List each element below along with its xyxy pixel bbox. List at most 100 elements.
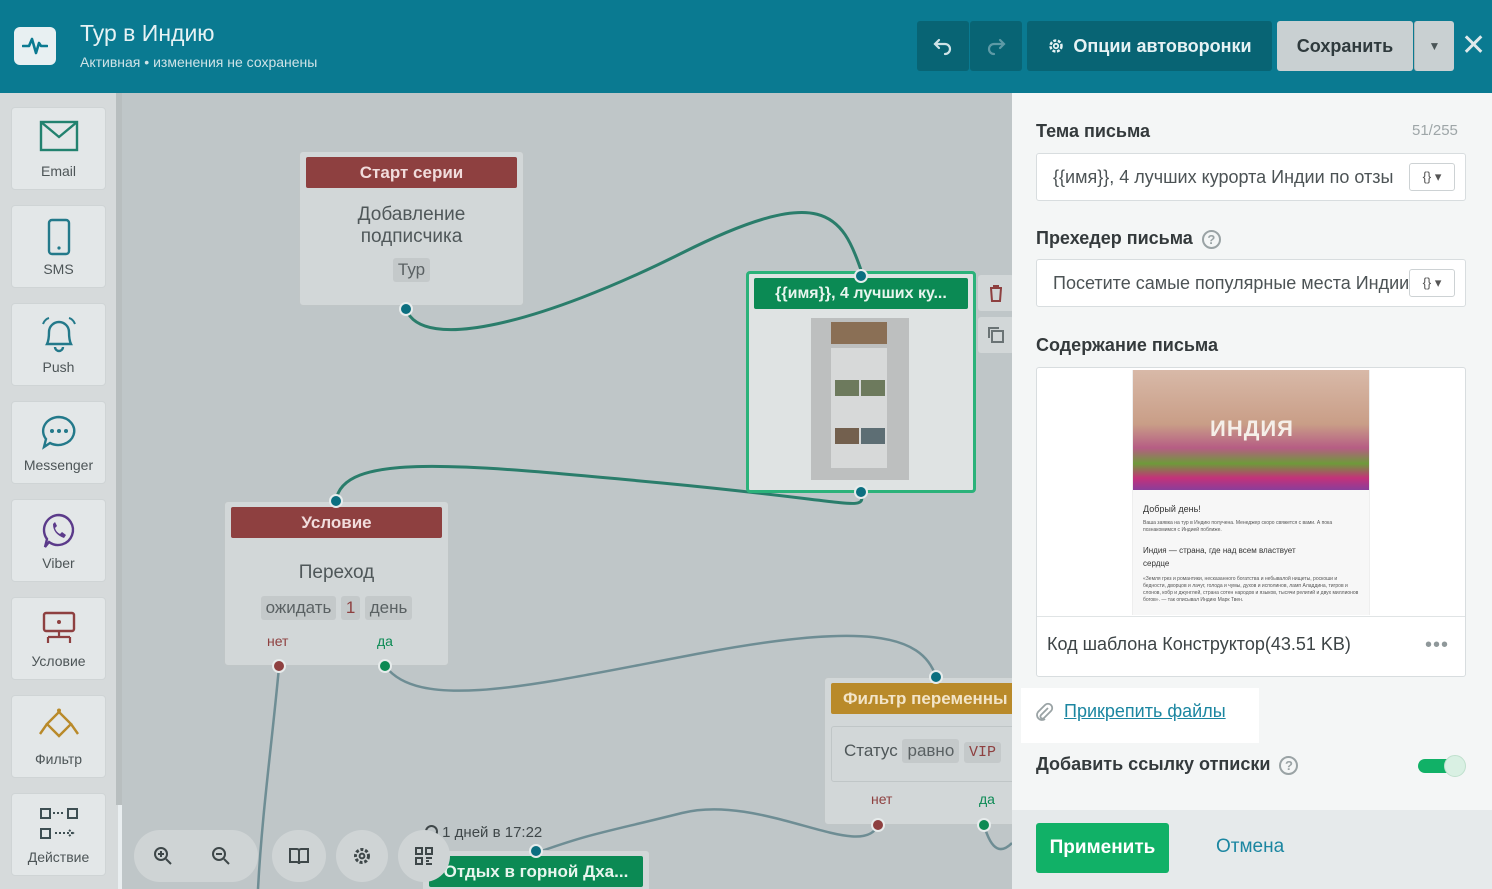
zoom-controls: [134, 830, 258, 882]
help-icon[interactable]: ?: [1201, 229, 1221, 249]
preheader-variables-button[interactable]: {} ▾: [1409, 269, 1455, 297]
redo-button[interactable]: [970, 21, 1022, 71]
gear-icon: [1049, 39, 1064, 53]
condition-unit: день: [364, 596, 413, 620]
close-button[interactable]: ✕: [1461, 28, 1486, 63]
top-bar: Тур в Индию Активная • изменения не сохр…: [0, 0, 1492, 93]
preview-heading-line1: Индия — страна, где над всем властвует: [1143, 546, 1296, 555]
content-label: Содержание письма: [1036, 335, 1218, 355]
preview-body: «Земля грез и романтики, несказанного бо…: [1143, 576, 1359, 603]
tool-action-label: Действие: [27, 849, 90, 865]
condition-header: Условие: [231, 507, 442, 538]
copy-icon: [988, 327, 1004, 343]
tool-email-label: Email: [40, 163, 76, 179]
filter-yes-port[interactable]: [977, 818, 991, 832]
start-series-title-line1: Добавление: [357, 204, 466, 225]
status-note: изменения не сохранены: [153, 54, 318, 70]
start-series-title: Добавление подписчика: [300, 204, 523, 248]
start-series-header: Старт серии: [306, 157, 517, 188]
subject-value: {{имя}}, 4 лучших курорта Индии по отзы: [1053, 167, 1394, 187]
funnel-options-button[interactable]: Опции автоворонки: [1027, 21, 1272, 71]
filter-value: VIP: [964, 742, 1002, 763]
start-series-title-line2: подписчика: [360, 226, 463, 247]
tool-condition[interactable]: Условие: [11, 597, 106, 680]
subject-counter: 51/255: [1412, 122, 1458, 139]
preview-heading: Индия — страна, где над всем властвует с…: [1143, 546, 1296, 568]
filter-no-port[interactable]: [871, 818, 885, 832]
zoom-in-button[interactable]: [134, 830, 192, 882]
unsubscribe-label: Добавить ссылку отписки: [1036, 754, 1271, 774]
email-preview-card[interactable]: ИНДИЯ Добрый день! Ваша заявка на тур в …: [1036, 367, 1466, 677]
condition-yes-port[interactable]: [378, 659, 392, 673]
condition-node[interactable]: Условие Переход ожидать 1 день нет да: [224, 501, 449, 666]
status-separator: •: [144, 54, 150, 70]
funnel-canvas[interactable]: Старт серии Добавление подписчика Тур {{…: [122, 93, 1012, 889]
save-button[interactable]: Сохранить: [1277, 21, 1413, 71]
email-node-2-input-port[interactable]: [529, 844, 543, 858]
filter-rule: Статус равно VIP: [831, 726, 1012, 782]
tool-sms-label: SMS: [43, 261, 74, 277]
cancel-button[interactable]: Отмена: [1216, 836, 1284, 858]
settings-icon: [354, 848, 370, 864]
zoom-out-button[interactable]: [192, 830, 250, 882]
condition-yes-label: да: [377, 633, 393, 649]
email-node-2-header: Отдых в горной Дха...: [429, 856, 643, 887]
tool-email[interactable]: Email: [11, 107, 106, 190]
funnel-options-label: Опции автоворонки: [1073, 35, 1252, 56]
tool-filter-label: Фильтр: [34, 751, 83, 767]
tool-action[interactable]: Действие: [11, 793, 106, 876]
preheader-label: Прехедер письма: [1036, 228, 1193, 248]
canvas-settings-button[interactable]: [336, 830, 388, 882]
tool-messenger[interactable]: Messenger: [11, 401, 106, 484]
tool-filter[interactable]: Фильтр: [11, 695, 106, 778]
start-series-node[interactable]: Старт серии Добавление подписчика Тур: [299, 151, 524, 306]
qr-icon: [415, 847, 433, 865]
filter-input-port[interactable]: [929, 670, 943, 684]
email-preview: ИНДИЯ Добрый день! Ваша заявка на тур в …: [1132, 370, 1370, 615]
more-options-icon[interactable]: •••: [1425, 634, 1449, 657]
minimap-button[interactable]: [398, 830, 450, 882]
email-input-port[interactable]: [854, 269, 868, 283]
condition-input-port[interactable]: [329, 494, 343, 508]
email-node[interactable]: {{имя}}, 4 лучших ку...: [746, 271, 976, 493]
help-icon[interactable]: ?: [1279, 755, 1299, 775]
chat-bubble-icon: [41, 415, 75, 450]
redo-icon: [987, 38, 1006, 56]
zoom-in-icon: [154, 847, 172, 865]
attach-files-link[interactable]: Прикрепить файлы: [1034, 701, 1226, 722]
paperclip-icon: [1036, 702, 1054, 721]
preview-heading-line2: сердце: [1143, 559, 1170, 568]
tool-sms[interactable]: SMS: [11, 205, 106, 288]
condition-no-label: нет: [267, 633, 289, 649]
filter-header: Фильтр переменны: [831, 683, 1012, 714]
delete-node-button[interactable]: [978, 275, 1012, 311]
template-info: Код шаблона Конструктор(43.51 KB): [1047, 634, 1351, 654]
unsubscribe-toggle[interactable]: [1418, 755, 1466, 777]
subject-input[interactable]: {{имя}}, 4 лучших курорта Индии по отзы …: [1036, 153, 1466, 201]
filter-branch-icon: [38, 708, 79, 738]
preview-divider: [1037, 616, 1465, 617]
preheader-label-row: Прехедер письма ?: [1036, 228, 1221, 249]
page-status: Активная • изменения не сохранены: [80, 54, 317, 70]
save-dropdown-button[interactable]: ▼: [1414, 21, 1454, 71]
tool-viber-label: Viber: [42, 555, 75, 571]
tool-viber[interactable]: Viber: [11, 499, 106, 582]
filter-node[interactable]: Фильтр переменны Статус равно VIP нет да: [824, 677, 1012, 825]
undo-button[interactable]: [917, 21, 969, 71]
guide-button[interactable]: [272, 830, 326, 882]
book-icon: [289, 848, 309, 865]
envelope-icon: [39, 120, 78, 152]
apply-button[interactable]: Применить: [1036, 823, 1169, 873]
condition-no-port[interactable]: [272, 659, 286, 673]
email-output-port[interactable]: [854, 485, 868, 499]
tool-push-label: Push: [42, 359, 75, 375]
status-active: Активная: [80, 54, 141, 70]
preheader-input[interactable]: Посетите самые популярные места Индии {}…: [1036, 259, 1466, 307]
copy-node-button[interactable]: [978, 317, 1012, 353]
zoom-out-icon: [212, 847, 230, 865]
tool-push[interactable]: Push: [11, 303, 106, 386]
start-output-port[interactable]: [399, 302, 413, 316]
braces-icon: {}: [1422, 169, 1432, 184]
subject-variables-button[interactable]: {} ▾: [1409, 163, 1455, 191]
delay-text: 1 дней в 17:22: [442, 824, 543, 841]
